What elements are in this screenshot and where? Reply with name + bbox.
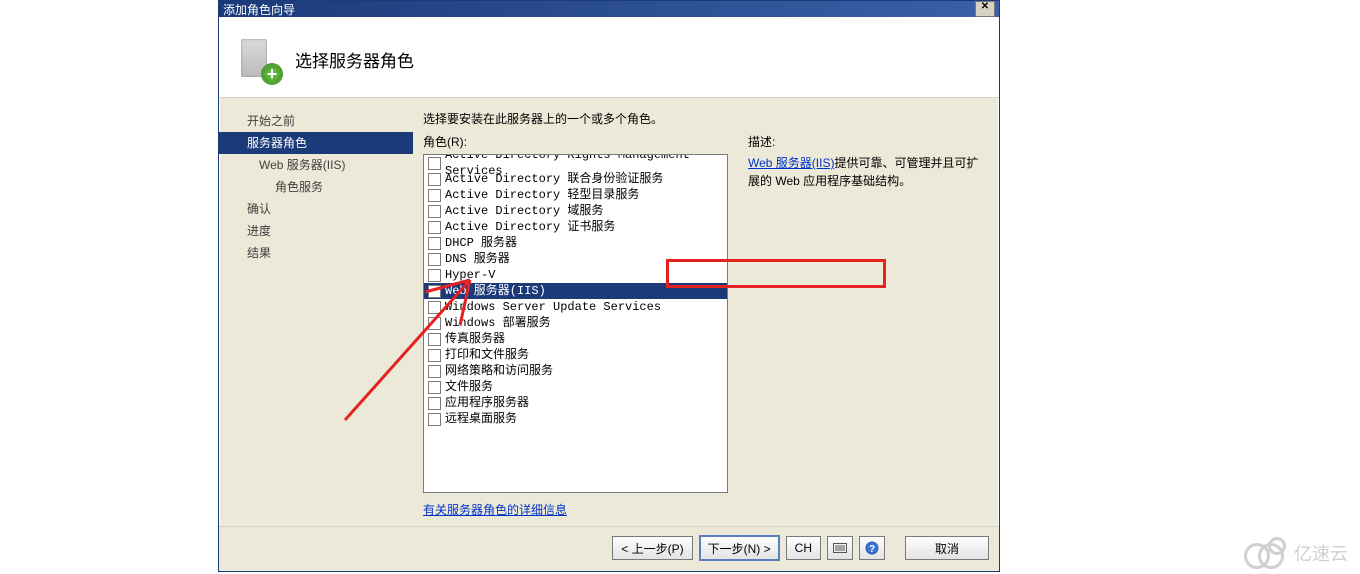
role-label-11: 传真服务器 [445, 331, 505, 347]
role-row-3[interactable]: Active Directory 域服务 [424, 203, 727, 219]
role-row-7[interactable]: Hyper-V [424, 267, 727, 283]
iis-link[interactable]: Web 服务器(IIS) [748, 156, 834, 170]
role-label-4: Active Directory 证书服务 [445, 219, 615, 235]
footer: < 上一步(P) 下一步(N) > CH ? 取消 [219, 526, 999, 571]
role-row-0[interactable]: Active Directory Rights Management Servi… [424, 155, 727, 171]
role-label-7: Hyper-V [445, 267, 495, 283]
next-button[interactable]: 下一步(N) > [699, 535, 780, 561]
role-checkbox-0[interactable] [428, 157, 441, 170]
sidebar: 开始之前服务器角色Web 服务器(IIS)角色服务确认进度结果 [219, 98, 413, 526]
role-label-9: Windows Server Update Services [445, 299, 661, 315]
description-label: 描述: [748, 133, 979, 150]
role-checkbox-5[interactable] [428, 237, 441, 250]
more-info-link[interactable]: 有关服务器角色的详细信息 [423, 501, 567, 518]
role-label-14: 文件服务 [445, 379, 493, 395]
role-checkbox-10[interactable] [428, 317, 441, 330]
role-label-16: 远程桌面服务 [445, 411, 517, 427]
close-button[interactable]: ✕ [975, 1, 995, 17]
role-row-4[interactable]: Active Directory 证书服务 [424, 219, 727, 235]
sidebar-item-0[interactable]: 开始之前 [219, 110, 413, 132]
role-label-10: Windows 部署服务 [445, 315, 551, 331]
svg-text:?: ? [869, 544, 875, 555]
prev-button[interactable]: < 上一步(P) [612, 536, 692, 560]
role-label-1: Active Directory 联合身份验证服务 [445, 171, 663, 187]
role-checkbox-11[interactable] [428, 333, 441, 346]
role-checkbox-9[interactable] [428, 301, 441, 314]
cancel-button[interactable]: 取消 [905, 536, 989, 560]
role-checkbox-2[interactable] [428, 189, 441, 202]
role-row-10[interactable]: Windows 部署服务 [424, 315, 727, 331]
titlebar: 添加角色向导 ✕ [219, 1, 999, 17]
server-add-icon: + [239, 35, 281, 83]
role-row-13[interactable]: 网络策略和访问服务 [424, 363, 727, 379]
roles-label: 角色(R): [423, 133, 728, 150]
role-checkbox-8[interactable]: ✓ [428, 285, 441, 298]
roles-listbox[interactable]: Active Directory Rights Management Servi… [423, 154, 728, 493]
ch-button[interactable]: CH [786, 536, 821, 560]
window-title: 添加角色向导 [223, 1, 295, 18]
role-row-2[interactable]: Active Directory 轻型目录服务 [424, 187, 727, 203]
role-row-14[interactable]: 文件服务 [424, 379, 727, 395]
sidebar-item-5[interactable]: 进度 [219, 220, 413, 242]
help-icon-button[interactable]: ? [859, 536, 885, 560]
sidebar-item-2[interactable]: Web 服务器(IIS) [219, 154, 413, 176]
sidebar-item-1[interactable]: 服务器角色 [219, 132, 413, 154]
role-label-8: Web 服务器(IIS) [445, 283, 546, 299]
role-row-11[interactable]: 传真服务器 [424, 331, 727, 347]
role-row-8[interactable]: ✓ Web 服务器(IIS) [424, 283, 727, 299]
instruction-text: 选择要安装在此服务器上的一个或多个角色。 [423, 110, 979, 127]
role-label-3: Active Directory 域服务 [445, 203, 603, 219]
page-title: 选择服务器角色 [295, 47, 414, 72]
role-checkbox-1[interactable] [428, 173, 441, 186]
role-row-15[interactable]: 应用程序服务器 [424, 395, 727, 411]
role-checkbox-15[interactable] [428, 397, 441, 410]
role-checkbox-4[interactable] [428, 221, 441, 234]
sidebar-item-4[interactable]: 确认 [219, 198, 413, 220]
role-checkbox-3[interactable] [428, 205, 441, 218]
main-panel: 选择要安装在此服务器上的一个或多个角色。 角色(R): Active Direc… [413, 98, 999, 526]
role-checkbox-7[interactable] [428, 269, 441, 282]
role-label-12: 打印和文件服务 [445, 347, 529, 363]
role-row-12[interactable]: 打印和文件服务 [424, 347, 727, 363]
watermark-text: 亿速云 [1294, 540, 1348, 566]
sidebar-item-3[interactable]: 角色服务 [219, 176, 413, 198]
wizard-window: 添加角色向导 ✕ + 选择服务器角色 开始之前服务器角色Web 服务器(IIS)… [218, 0, 1000, 572]
role-checkbox-6[interactable] [428, 253, 441, 266]
role-label-2: Active Directory 轻型目录服务 [445, 187, 639, 203]
role-row-16[interactable]: 远程桌面服务 [424, 411, 727, 427]
wizard-header: + 选择服务器角色 [219, 17, 999, 98]
role-row-6[interactable]: DNS 服务器 [424, 251, 727, 267]
keyboard-icon-button[interactable] [827, 536, 853, 560]
role-checkbox-13[interactable] [428, 365, 441, 378]
description-text: Web 服务器(IIS)提供可靠、可管理并且可扩展的 Web 应用程序基础结构。 [748, 154, 979, 190]
role-label-6: DNS 服务器 [445, 251, 510, 267]
sidebar-item-6[interactable]: 结果 [219, 242, 413, 264]
role-label-13: 网络策略和访问服务 [445, 363, 553, 379]
role-checkbox-14[interactable] [428, 381, 441, 394]
role-checkbox-12[interactable] [428, 349, 441, 362]
role-label-5: DHCP 服务器 [445, 235, 517, 251]
role-label-15: 应用程序服务器 [445, 395, 529, 411]
role-row-5[interactable]: DHCP 服务器 [424, 235, 727, 251]
role-row-9[interactable]: Windows Server Update Services [424, 299, 727, 315]
watermark: 亿速云 [1244, 540, 1348, 566]
role-checkbox-16[interactable] [428, 413, 441, 426]
